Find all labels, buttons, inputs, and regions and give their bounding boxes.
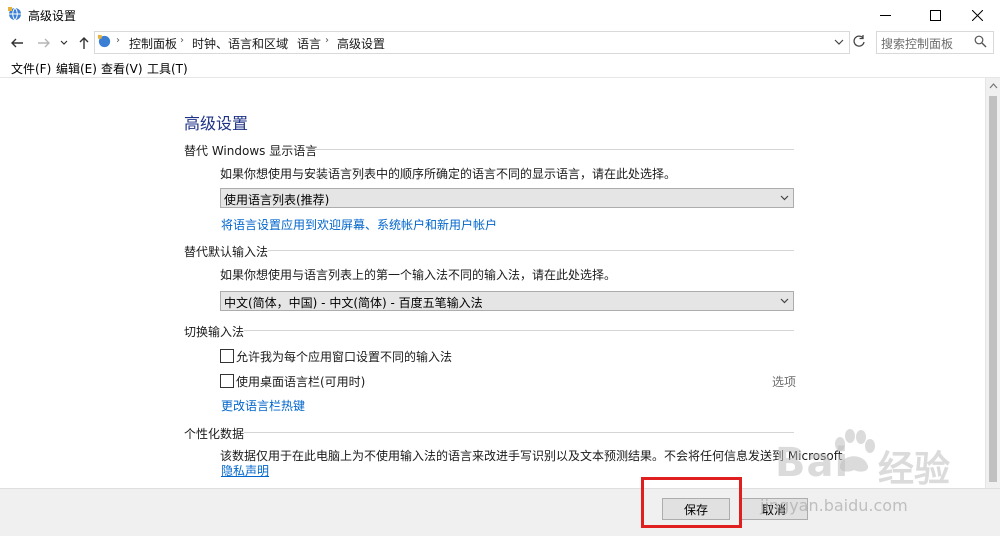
- recent-pages-button[interactable]: [58, 34, 70, 52]
- menu-view[interactable]: 查看(V): [101, 60, 143, 77]
- privacy-statement-link[interactable]: 隐私声明: [221, 462, 269, 479]
- scroll-up-icon[interactable]: [986, 80, 1000, 92]
- address-dropdown-button[interactable]: [834, 36, 844, 46]
- change-hotkey-link[interactable]: 更改语言栏热键: [221, 397, 305, 414]
- page-title: 高级设置: [184, 114, 249, 133]
- breadcrumb-separator-icon: ›: [325, 35, 329, 46]
- chevron-down-icon: [834, 39, 844, 45]
- highlight-box: [641, 477, 742, 528]
- breadcrumb-separator-icon: ›: [285, 35, 289, 46]
- watermark-jingyan: 经验: [878, 449, 951, 490]
- vertical-scrollbar[interactable]: [985, 78, 1000, 488]
- control-panel-icon: [97, 34, 112, 49]
- menu-file[interactable]: 文件(F): [11, 60, 51, 77]
- maximize-icon: [929, 9, 941, 21]
- apply-language-settings-link[interactable]: 将语言设置应用到欢迎屏幕、系统帐户和新用户帐户: [221, 216, 497, 233]
- menu-tools[interactable]: 工具(T): [147, 60, 188, 77]
- minimize-icon: [879, 14, 891, 16]
- menu-edit[interactable]: 编辑(E): [56, 60, 97, 77]
- input-method-description: 如果你想使用与语言列表上的第一个输入法不同的输入法，请在此处选择。: [220, 268, 617, 282]
- back-button[interactable]: [8, 34, 26, 52]
- chevron-down-icon: [60, 40, 68, 45]
- arrow-right-icon: [38, 38, 50, 48]
- title-bar: [0, 0, 1000, 30]
- up-button[interactable]: [75, 34, 93, 52]
- search-placeholder: 搜索控制面板: [881, 37, 954, 51]
- section-divider: [244, 330, 794, 331]
- breadcrumb-control-panel[interactable]: 控制面板: [129, 35, 177, 52]
- forward-button[interactable]: [35, 34, 53, 52]
- refresh-icon: [853, 35, 865, 47]
- breadcrumb-separator-icon: ›: [116, 35, 120, 46]
- per-app-input-checkbox[interactable]: [220, 349, 234, 363]
- section-divider: [312, 149, 794, 150]
- maximize-button[interactable]: [912, 0, 958, 30]
- language-bar-checkbox[interactable]: [220, 374, 234, 388]
- breadcrumb-advanced-settings[interactable]: 高级设置: [337, 35, 385, 52]
- scrollbar-thumb[interactable]: [989, 96, 997, 482]
- display-language-description: 如果你想使用与安装语言列表中的顺序所确定的语言不同的显示语言，请在此处选择。: [220, 167, 677, 181]
- input-method-title: 替代默认输入法: [184, 245, 269, 259]
- breadcrumb-separator-icon: ›: [180, 35, 184, 46]
- personalization-description: 该数据仅用于在此电脑上为不使用输入法的语言来改进手写识别以及文本预测结果。不会将…: [220, 449, 843, 463]
- personalization-title: 个性化数据: [184, 427, 245, 441]
- per-app-input-label: 允许我为每个应用窗口设置不同的输入法: [236, 350, 453, 364]
- breadcrumb-clock-language-region[interactable]: 时钟、语言和区域: [192, 35, 288, 52]
- chevron-down-icon: [780, 195, 789, 201]
- language-bar-label: 使用桌面语言栏(可用时): [236, 375, 366, 389]
- close-button[interactable]: [954, 0, 1000, 30]
- language-bar-options-link[interactable]: 选项: [772, 373, 796, 390]
- content-area: [0, 78, 985, 488]
- arrow-left-icon: [11, 38, 23, 48]
- display-language-selected: 使用语言列表(推荐): [224, 193, 330, 207]
- display-language-title: 替代 Windows 显示语言: [184, 144, 318, 158]
- switch-input-title: 切换输入法: [184, 325, 245, 339]
- breadcrumb-language[interactable]: 语言: [297, 35, 321, 52]
- window-title: 高级设置: [28, 9, 77, 23]
- watermark-brand: Bai: [775, 440, 850, 486]
- section-divider: [268, 250, 794, 251]
- close-icon: [971, 9, 983, 21]
- globe-settings-icon: [7, 6, 23, 22]
- section-divider: [244, 432, 794, 433]
- watermark-url: jingyan.baidu.com: [760, 496, 908, 515]
- arrow-up-icon: [79, 37, 89, 49]
- input-method-selected: 中文(简体，中国) - 中文(简体) - 百度五笔输入法: [224, 296, 483, 310]
- refresh-button[interactable]: [852, 34, 866, 48]
- chevron-down-icon: [780, 298, 789, 304]
- search-icon[interactable]: [974, 35, 987, 48]
- minimize-button[interactable]: [862, 0, 908, 30]
